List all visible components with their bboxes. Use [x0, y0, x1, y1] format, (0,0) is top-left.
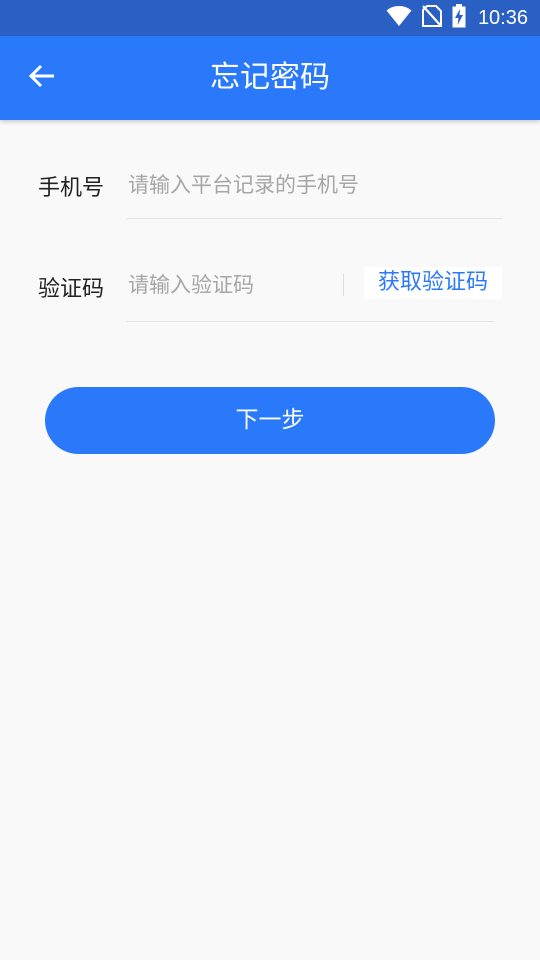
code-divider	[343, 274, 344, 296]
code-underline	[126, 321, 494, 322]
next-button[interactable]: 下一步	[45, 387, 495, 454]
status-bar: 10:36	[0, 0, 540, 36]
app-bar: 忘记密码	[0, 36, 540, 120]
no-sim-icon	[421, 5, 442, 31]
get-code-button[interactable]: 获取验证码	[364, 267, 502, 299]
arrow-left-icon	[28, 64, 55, 92]
code-label: 验证码	[38, 277, 105, 302]
battery-charging-icon	[452, 4, 466, 32]
phone-underline	[126, 218, 502, 219]
code-input[interactable]	[126, 270, 335, 300]
status-icons: 10:36	[386, 0, 528, 36]
back-button[interactable]	[22, 58, 62, 98]
phone-input[interactable]	[126, 170, 500, 200]
page-title: 忘记密码	[210, 60, 330, 95]
phone-label: 手机号	[38, 176, 105, 201]
wifi-icon	[386, 5, 412, 31]
status-time: 10:36	[477, 6, 528, 29]
